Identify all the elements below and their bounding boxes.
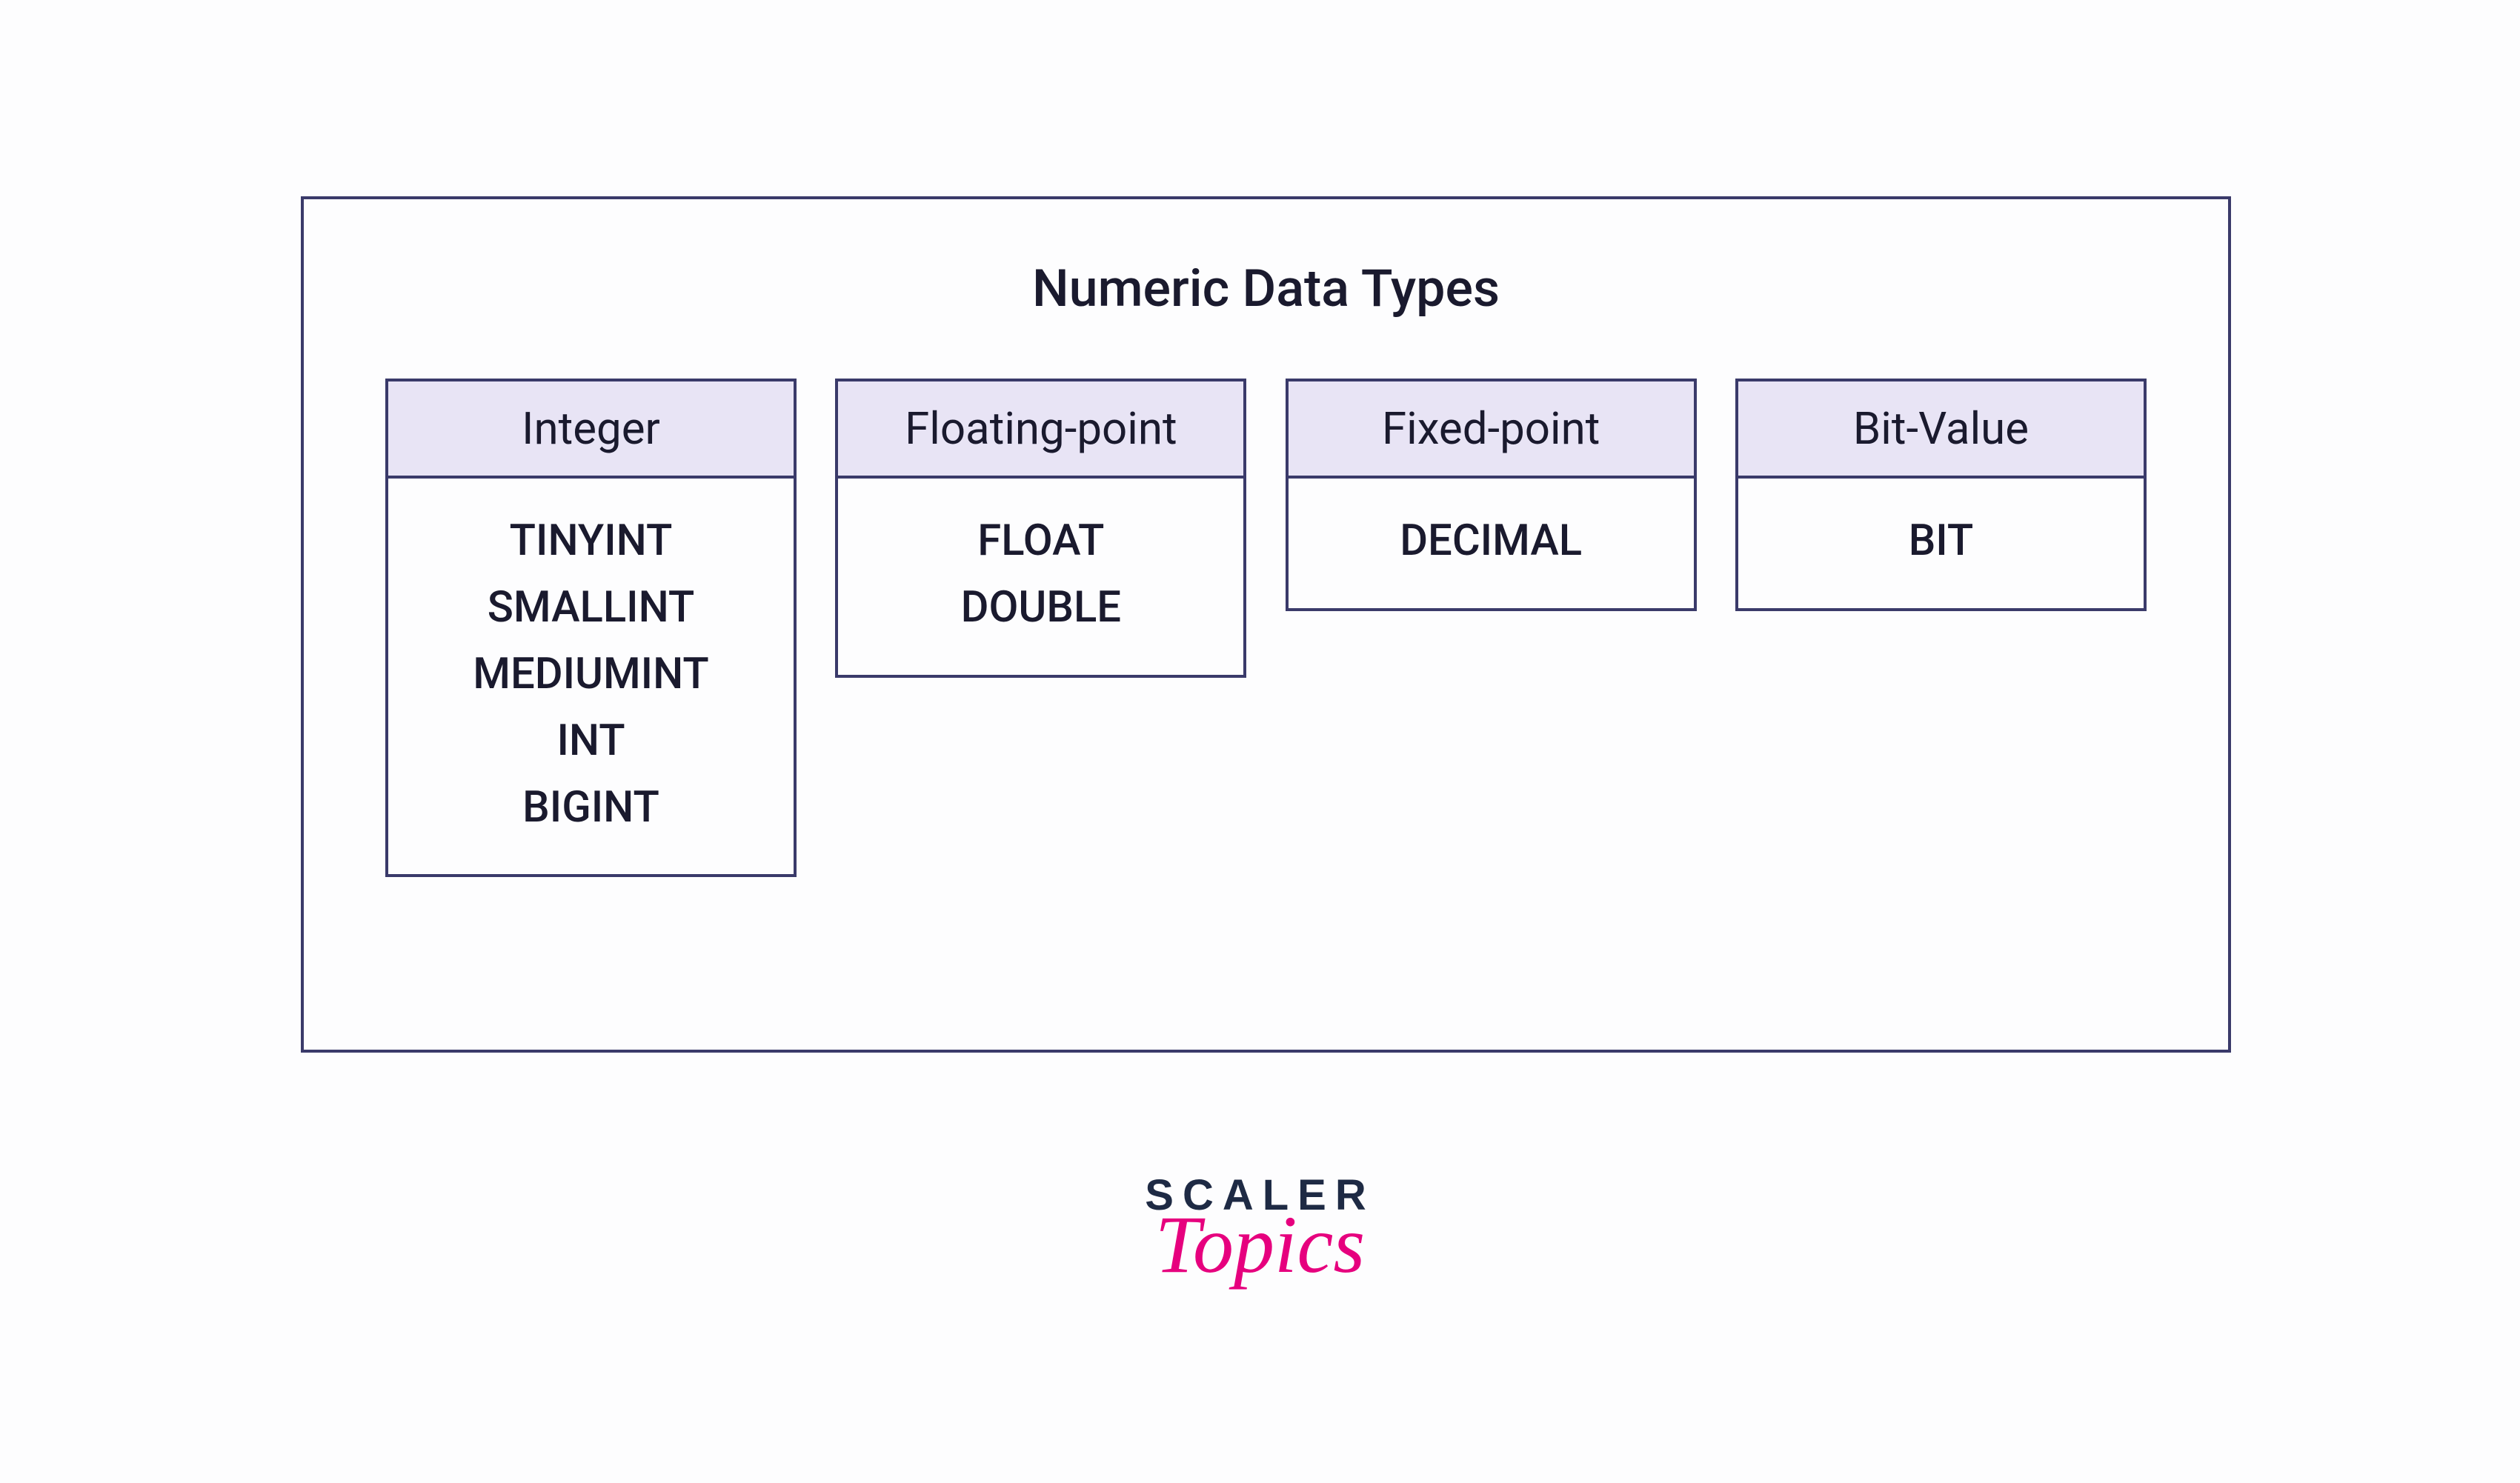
column-body: FLOAT DOUBLE — [838, 479, 1243, 675]
type-item: TINYINT — [388, 508, 794, 575]
column-header: Integer — [388, 381, 794, 479]
type-item: BIT — [1738, 508, 2144, 575]
column-floating-point: Floating-point FLOAT DOUBLE — [835, 379, 1246, 678]
type-item: DOUBLE — [838, 575, 1243, 641]
type-item: DECIMAL — [1289, 508, 1694, 575]
brand-logo: SCALER Topics — [1145, 1170, 1374, 1292]
type-item: BIGINT — [388, 775, 794, 842]
column-body: TINYINT SMALLINT MEDIUMINT INT BIGINT — [388, 479, 794, 874]
diagram-container: Numeric Data Types Integer TINYINT SMALL… — [301, 196, 2231, 1053]
column-header: Floating-point — [838, 381, 1243, 479]
type-item: SMALLINT — [388, 575, 794, 641]
column-header: Bit-Value — [1738, 381, 2144, 479]
column-bit-value: Bit-Value BIT — [1735, 379, 2147, 611]
type-item: MEDIUMINT — [388, 641, 794, 708]
diagram-title: Numeric Data Types — [304, 259, 2228, 319]
column-body: BIT — [1738, 479, 2144, 608]
columns-row: Integer TINYINT SMALLINT MEDIUMINT INT B… — [304, 379, 2228, 877]
column-fixed-point: Fixed-point DECIMAL — [1286, 379, 1697, 611]
brand-subtitle: Topics — [1145, 1198, 1374, 1292]
type-item: INT — [388, 708, 794, 775]
column-header: Fixed-point — [1289, 381, 1694, 479]
type-item: FLOAT — [838, 508, 1243, 575]
column-body: DECIMAL — [1289, 479, 1694, 608]
column-integer: Integer TINYINT SMALLINT MEDIUMINT INT B… — [385, 379, 797, 877]
